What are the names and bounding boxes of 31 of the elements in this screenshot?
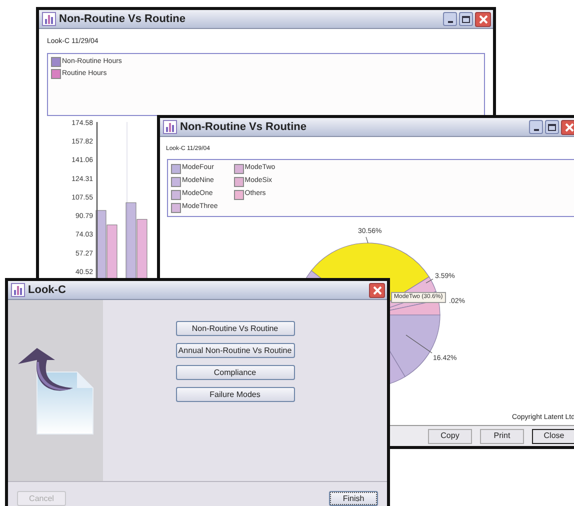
maximize-button[interactable] bbox=[545, 120, 559, 134]
action-button[interactable]: Non-Routine Vs Routine bbox=[176, 321, 294, 336]
maximize-icon bbox=[462, 16, 470, 22]
dialog-button[interactable]: Print bbox=[480, 428, 524, 444]
close-icon bbox=[564, 122, 574, 132]
close-button[interactable] bbox=[561, 120, 574, 134]
close-icon bbox=[372, 286, 382, 294]
dialog-button[interactable]: Close bbox=[532, 428, 574, 444]
chart-icon bbox=[11, 283, 25, 297]
close-button[interactable] bbox=[369, 282, 385, 298]
action-button[interactable]: Failure Modes bbox=[176, 387, 294, 402]
window-title: Non-Routine Vs Routine bbox=[180, 120, 308, 135]
footer-button[interactable]: Finish bbox=[329, 491, 378, 506]
chart-icon bbox=[42, 12, 56, 26]
minimize-button[interactable] bbox=[529, 120, 543, 134]
leader-line bbox=[426, 278, 434, 284]
close-button[interactable] bbox=[475, 12, 491, 26]
close-icon bbox=[478, 14, 488, 24]
window-title: Non-Routine Vs Routine bbox=[59, 12, 186, 27]
minimize-icon bbox=[534, 129, 538, 131]
minimize-button[interactable] bbox=[443, 12, 457, 26]
action-button[interactable]: Annual Non-Routine Vs Routine bbox=[176, 343, 294, 358]
action-button[interactable]: Compliance bbox=[176, 365, 294, 380]
chart-icon bbox=[163, 120, 177, 134]
maximize-button[interactable] bbox=[459, 12, 473, 26]
leader-line bbox=[406, 334, 432, 354]
window-title: Look-C bbox=[28, 282, 67, 298]
minimize-icon bbox=[448, 21, 452, 23]
leader-line bbox=[366, 236, 368, 244]
maximize-icon bbox=[548, 124, 556, 130]
dialog-button[interactable]: Copy bbox=[428, 428, 472, 444]
